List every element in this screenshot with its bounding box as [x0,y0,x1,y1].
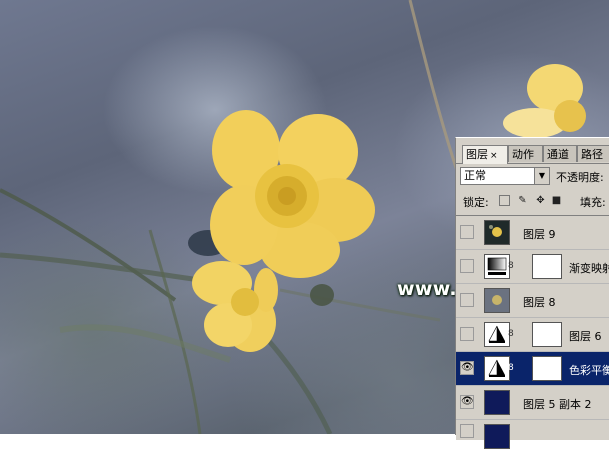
tab-label: 通道 [547,148,569,161]
photo-flower-icon [484,220,510,245]
adjustment-icon [484,322,510,347]
layers-list: 图层 9 8 渐变映射 图层 8 8 图层 6 👁 8 色彩平衡 👁 图层 5 … [456,215,609,449]
chevron-down-icon[interactable]: ▼ [534,168,549,184]
layer-name: 图层 8 [523,296,556,309]
fill-label: 填充: [580,196,606,209]
layer-mask[interactable] [532,254,562,279]
layer-row[interactable]: 👁 图层 5 副本 2 [456,386,609,420]
photo-flower-icon [484,288,510,313]
tab-paths[interactable]: 路径 [577,145,609,162]
layer-row[interactable]: 8 渐变映射 [456,250,609,284]
color-balance-icon [484,356,510,381]
layer-name: 图层 9 [523,228,556,241]
navy-fill-icon [484,424,510,449]
lock-label: 锁定: [463,196,489,209]
layer-name: 图层 5 副本 2 [523,398,592,411]
move-icon[interactable]: ✥ [535,195,546,206]
chain-link-icon[interactable]: 8 [508,363,514,373]
chain-link-icon[interactable]: 8 [508,261,514,271]
tab-layers[interactable]: 图层 × [462,145,508,164]
navy-fill-icon [484,390,510,415]
visibility-toggle[interactable] [460,259,474,273]
chain-link-icon[interactable]: 8 [508,329,514,339]
eye-icon[interactable]: 👁 [460,361,474,375]
tab-label: 动作 [512,148,534,161]
gradient-map-icon [484,254,510,279]
visibility-toggle[interactable] [460,293,474,307]
layer-row[interactable]: 👁 8 色彩平衡 [456,352,609,386]
lock-row: 锁定: ✎ ✥ ■ 填充: [456,191,609,211]
layer-name: 色彩平衡 [569,364,609,377]
blend-mode-select[interactable]: 正常 ▼ [460,167,550,185]
layer-row[interactable]: 图层 8 [456,284,609,318]
tab-actions[interactable]: 动作 [508,145,543,162]
layer-name: 渐变映射 [569,262,609,275]
blend-mode-value: 正常 [464,169,486,182]
close-icon[interactable]: × [490,151,498,161]
layers-panel: 图层 × 动作 通道 路径 正常 ▼ 不透明度: 锁定: ✎ ✥ ■ 填充: 图层… [455,137,609,449]
lock-icon[interactable]: ■ [551,195,562,206]
panel-tabs: 图层 × 动作 通道 路径 [456,145,609,164]
layer-row[interactable] [456,420,609,449]
layer-name: 图层 6 [569,330,602,343]
visibility-toggle[interactable] [460,424,474,438]
tab-label: 图层 [466,148,488,161]
visibility-toggle[interactable] [460,327,474,341]
layer-row[interactable]: 8 图层 6 [456,318,609,352]
tab-channels[interactable]: 通道 [543,145,577,162]
layer-mask[interactable] [532,356,562,381]
layer-mask[interactable] [532,322,562,347]
eye-icon[interactable]: 👁 [460,395,474,409]
tab-label: 路径 [581,148,603,161]
opacity-label: 不透明度: [556,171,604,184]
lock-transparency-icon[interactable] [499,195,510,206]
layer-row[interactable]: 图层 9 [456,216,609,250]
visibility-toggle[interactable] [460,225,474,239]
brush-icon[interactable]: ✎ [517,195,528,206]
